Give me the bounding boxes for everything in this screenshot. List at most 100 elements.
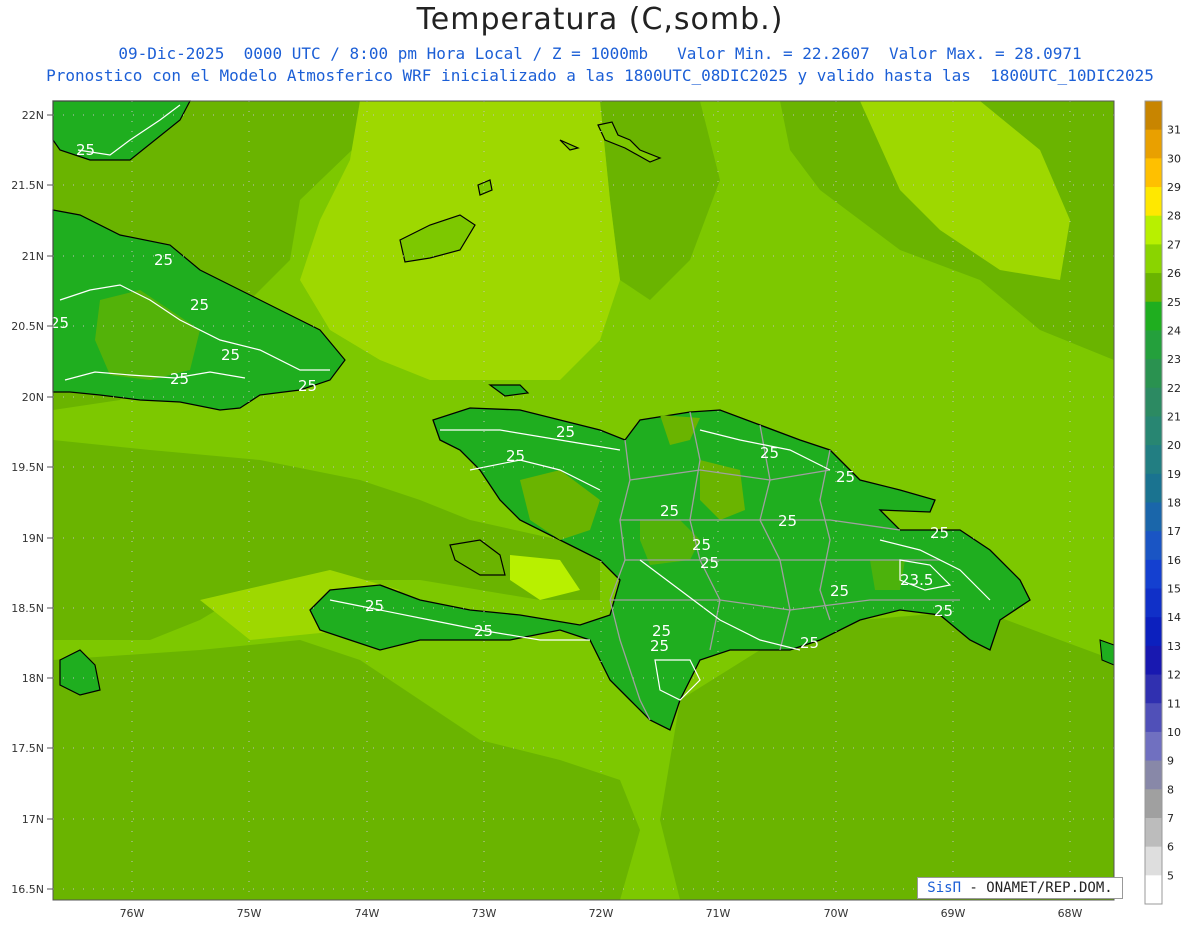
contour-label: 25 [221,346,240,364]
lon-label: 68W [1058,907,1083,920]
colorbar-swatch [1145,301,1162,331]
colorbar-swatch [1145,473,1162,503]
lat-label: 20.5N [11,320,44,333]
colorbar-label: 5 [1167,869,1174,882]
contour-label: 25 [934,602,953,620]
contour-label: 25 [760,444,779,462]
contour-label: 25 [474,622,493,640]
colorbar-swatch [1145,559,1162,590]
lon-label: 74W [355,907,380,920]
colorbar-label: 28 [1167,210,1181,223]
contour-label: 25 [298,377,317,395]
colorbar-swatch [1145,502,1162,532]
colorbar-label: 22 [1167,382,1181,395]
contour-label: 25 [154,251,173,269]
colorbar-label: 26 [1167,267,1181,280]
colorbar-swatch [1145,703,1162,733]
colorbar-swatch [1145,588,1162,618]
colorbar-swatch [1145,158,1162,188]
colorbar-label: 23 [1167,353,1181,366]
lat-label: 18.5N [11,602,44,615]
contour-label: 25 [660,502,679,520]
colorbar-label: 27 [1167,238,1181,251]
colorbar-label: 25 [1167,296,1181,309]
lon-label: 69W [941,907,966,920]
contour-label: 25 [930,524,949,542]
contour-label: 25 [365,597,384,615]
colorbar-label: 12 [1167,669,1181,682]
colorbar-label: 13 [1167,640,1181,653]
lat-label: 19.5N [11,461,44,474]
lon-label: 73W [472,907,497,920]
contour-label: 25 [830,582,849,600]
colorbar-label: 9 [1167,755,1174,768]
lat-label: 19N [22,532,44,545]
colorbar-label: 17 [1167,525,1181,538]
contour-label: 25 [650,637,669,655]
colorbar-swatch [1145,760,1162,790]
lat-label: 20N [22,391,44,404]
contour-label: 25 [506,447,525,465]
colorbar-label: 7 [1167,812,1174,825]
colorbar-label: 20 [1167,439,1181,452]
colorbar-label: 30 [1167,152,1181,165]
colorbar-label: 6 [1167,841,1174,854]
colorbar-label: 19 [1167,468,1181,481]
colorbar-swatch [1145,215,1162,245]
colorbar-label: 21 [1167,410,1181,423]
lon-label: 72W [589,907,614,920]
colorbar-label: 15 [1167,583,1181,596]
colorbar-swatch [1145,187,1162,217]
latitude-ticks [47,114,53,890]
colorbar-swatch [1145,359,1162,389]
contour-label: 25 [700,554,719,572]
sisPi-logo: SisΠ [927,880,961,896]
contour-label: 23.5 [900,571,933,589]
colorbar-swatch [1145,674,1162,704]
colorbar-label: 16 [1167,554,1181,567]
colorbar-label: 14 [1167,611,1181,624]
colorbar-label: 31 [1167,124,1181,137]
colorbar-swatch [1145,416,1162,446]
contour-label: 25 [170,370,189,388]
lat-label: 16.5N [11,883,44,896]
colorbar-swatch [1145,789,1162,819]
lat-label: 21N [22,250,44,263]
lon-label: 70W [824,907,849,920]
colorbar-swatch [1145,817,1162,848]
lat-label: 21.5N [11,179,44,192]
colorbar-swatch [1145,387,1162,417]
colorbar-label: 10 [1167,726,1181,739]
lat-label: 22N [22,109,44,122]
colorbar-swatch [1145,875,1162,905]
colorbar-swatch [1145,101,1162,131]
temperature-map: 25 25 25 25 25 25 25 25 25 25 25 25 25 2… [11,100,1181,920]
colorbar-swatch [1145,445,1162,475]
lon-label: 71W [706,907,731,920]
longitude-axis: 76W 75W 74W 73W 72W 71W 70W 69W 68W [120,907,1083,920]
colorbar-swatch [1145,129,1162,159]
contour-label: 25 [800,634,819,652]
latitude-axis: 22N 21.5N 21N 20.5N 20N 19.5N 19N 18.5N … [11,109,44,896]
lon-label: 75W [237,907,262,920]
contour-label: 25 [190,296,209,314]
contour-label: 25 [778,512,797,530]
colorbar-label: 24 [1167,324,1181,337]
colorbar-label: 11 [1167,697,1181,710]
contour-label: 25 [76,141,95,159]
contour-label: 25 [692,536,711,554]
lat-label: 18N [22,672,44,685]
lat-label: 17N [22,813,44,826]
contour-label: 25 [836,468,855,486]
colorbar-legend: 31 30 29 28 27 26 25 24 23 22 21 20 19 18 17 16 15 14 13 12… [1144,100,1181,905]
colorbar-swatch [1145,731,1162,762]
credit-text: - ONAMET/REP.DOM. [961,880,1113,896]
credit-box: SisΠ - ONAMET/REP.DOM. [917,877,1123,899]
colorbar-swatch [1145,531,1162,561]
colorbar-label: 29 [1167,181,1181,194]
colorbar-swatch [1145,244,1162,274]
contour-label: 25 [556,423,575,441]
lat-label: 17.5N [11,742,44,755]
colorbar-swatch [1145,617,1162,647]
colorbar-label: 8 [1167,783,1174,796]
